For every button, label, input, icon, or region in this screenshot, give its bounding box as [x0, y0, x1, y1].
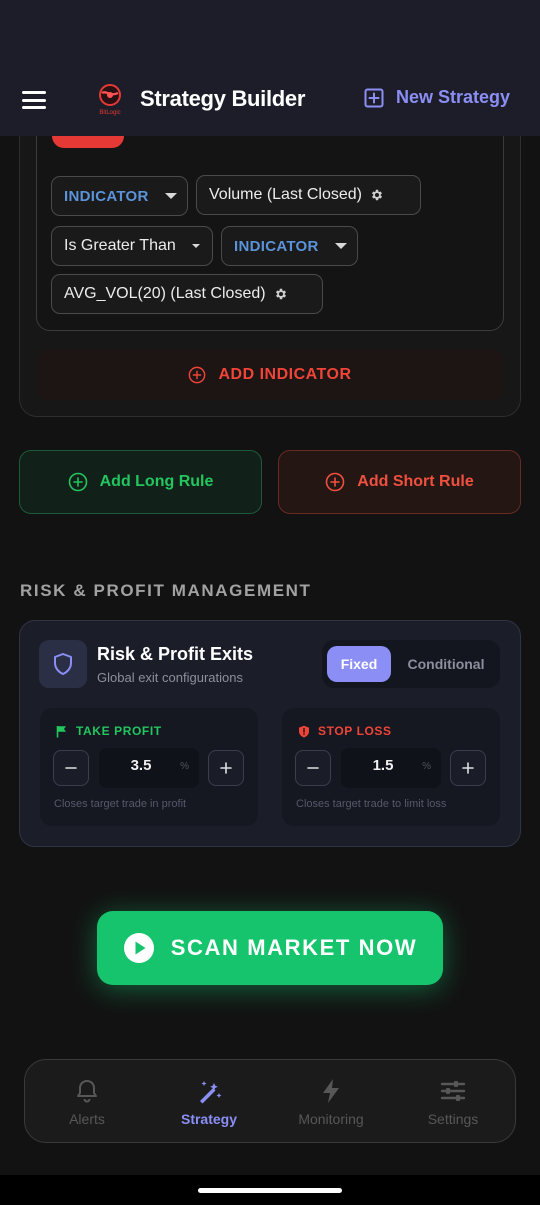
gear-icon[interactable]: [274, 287, 288, 301]
nav-item-strategy[interactable]: Strategy: [154, 1060, 264, 1144]
nav-label-strategy: Strategy: [180, 1111, 238, 1127]
menu-icon[interactable]: [22, 91, 48, 109]
stop-loss-value: 1.5: [372, 757, 394, 774]
home-indicator[interactable]: [198, 1188, 342, 1193]
stop-loss-decrement-button[interactable]: [295, 750, 331, 786]
left-type-label: INDICATOR: [64, 187, 149, 205]
stop-loss-label: STOP LOSS: [318, 724, 392, 738]
take-profit-box: TAKE PROFIT 3.5 % Closes target trade in…: [40, 708, 258, 826]
shield-icon: [54, 653, 72, 675]
take-profit-unit: %: [180, 761, 189, 772]
take-profit-increment-button[interactable]: [208, 750, 244, 786]
status-bar-area: [0, 0, 540, 64]
add-indicator-label: ADD INDICATOR: [218, 366, 352, 383]
stop-loss-input[interactable]: 1.5 %: [341, 748, 441, 788]
chevron-down-icon: [164, 193, 177, 199]
nav-label-monitoring: Monitoring: [298, 1111, 364, 1127]
operator-label: Is Greater Than: [64, 237, 176, 254]
toggle-fixed[interactable]: Fixed: [327, 646, 391, 682]
minus-icon: [65, 767, 77, 769]
right-indicator-label: AVG_VOL(20) (Last Closed): [64, 285, 266, 302]
new-strategy-button[interactable]: New Strategy: [364, 87, 510, 108]
new-strategy-label: New Strategy: [396, 87, 511, 107]
minus-icon: [307, 767, 319, 769]
gear-icon[interactable]: [370, 188, 384, 202]
plus-circle-icon: [189, 366, 206, 384]
take-profit-value: 3.5: [130, 757, 152, 774]
plus-icon: [220, 762, 232, 774]
chevron-down-icon: [191, 244, 200, 248]
section-title: RISK & PROFIT MANAGEMENT: [20, 581, 312, 600]
risk-card-title: Risk & Profit Exits: [97, 644, 254, 664]
toggle-conditional[interactable]: Conditional: [398, 646, 494, 682]
risk-card-subtitle: Global exit configurations: [97, 670, 243, 685]
nav-label-alerts: Alerts: [69, 1111, 105, 1127]
magic-wand-icon: [200, 1081, 222, 1104]
take-profit-label: TAKE PROFIT: [76, 724, 162, 738]
take-profit-header: TAKE PROFIT: [56, 724, 162, 738]
sliders-icon: [440, 1081, 466, 1101]
exit-mode-toggle: Fixed Conditional: [322, 640, 500, 688]
flag-icon: [56, 725, 66, 737]
stop-loss-unit: %: [422, 761, 431, 772]
left-indicator-chip[interactable]: Volume (Last Closed): [196, 175, 421, 215]
right-indicator-chip[interactable]: AVG_VOL(20) (Last Closed): [51, 274, 323, 314]
plus-circle-icon: [325, 472, 345, 492]
right-type-label: INDICATOR: [234, 237, 319, 255]
bottom-nav: Alerts Strategy Monitoring Settings: [24, 1059, 516, 1143]
add-long-rule-label: Add Long Rule: [99, 473, 214, 490]
app-header: BitLogic Strategy Builder New Strategy: [0, 64, 540, 136]
take-profit-hint: Closes target trade in profit: [54, 798, 187, 810]
bell-icon: [77, 1080, 97, 1103]
stop-loss-increment-button[interactable]: [450, 750, 486, 786]
bitlogic-logo: BitLogic: [99, 84, 121, 116]
plus-circle-icon: [68, 472, 87, 492]
scan-market-label: SCAN MARKET NOW: [170, 935, 418, 960]
bolt-icon: [323, 1079, 339, 1103]
left-indicator-label: Volume (Last Closed): [209, 186, 362, 203]
scan-market-button[interactable]: SCAN MARKET NOW: [97, 911, 443, 985]
stop-loss-header: STOP LOSS: [298, 724, 392, 738]
logo-wordmark: BitLogic: [99, 110, 120, 116]
take-profit-input[interactable]: 3.5 %: [99, 748, 199, 788]
plus-icon: [462, 762, 474, 774]
plus-square-icon: [364, 88, 384, 107]
shield-alert-icon: [299, 725, 309, 737]
stop-loss-hint: Closes target trade to limit loss: [296, 798, 447, 810]
take-profit-decrement-button[interactable]: [53, 750, 89, 786]
nav-item-alerts[interactable]: Alerts: [32, 1060, 142, 1144]
left-type-dropdown[interactable]: INDICATOR: [51, 176, 188, 216]
nav-item-settings[interactable]: Settings: [398, 1060, 508, 1144]
play-circle-icon: [123, 933, 154, 963]
add-short-rule-button[interactable]: Add Short Rule: [278, 450, 521, 514]
right-type-dropdown[interactable]: INDICATOR: [221, 226, 358, 266]
nav-item-monitoring[interactable]: Monitoring: [276, 1060, 386, 1144]
chevron-down-icon: [334, 243, 347, 249]
stop-loss-box: STOP LOSS 1.5 % Closes target trade to l…: [282, 708, 500, 826]
add-short-rule-label: Add Short Rule: [357, 473, 474, 490]
page-title: Strategy Builder: [140, 86, 306, 111]
operator-dropdown[interactable]: Is Greater Than: [51, 226, 213, 266]
nav-label-settings: Settings: [427, 1111, 479, 1127]
add-indicator-button[interactable]: ADD INDICATOR: [37, 350, 503, 400]
add-long-rule-button[interactable]: Add Long Rule: [19, 450, 262, 514]
shield-icon-box: [39, 640, 87, 688]
